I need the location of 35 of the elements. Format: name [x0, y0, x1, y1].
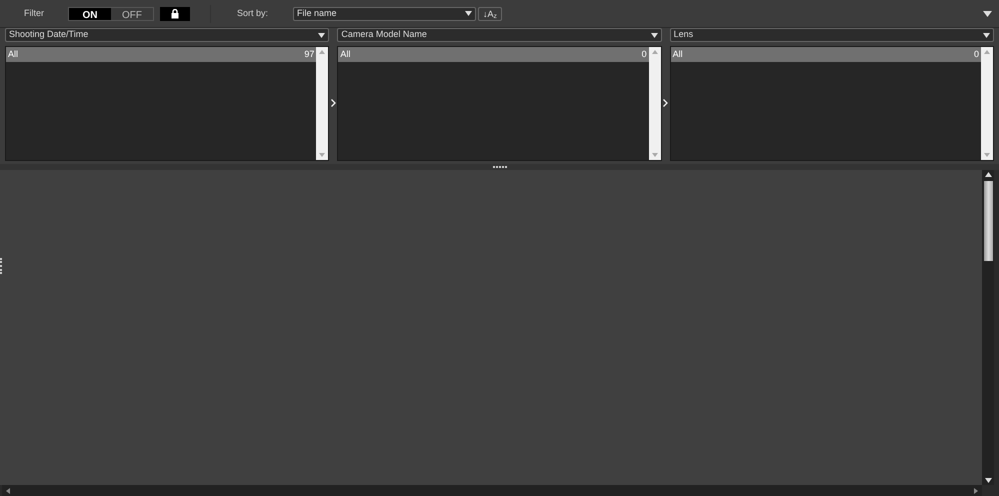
vertical-scrollbar[interactable] [982, 170, 994, 485]
sort-order-button[interactable]: ↓A$_{z}$ [478, 6, 502, 20]
scroll-down-icon[interactable] [984, 478, 992, 483]
scroll-thumb[interactable] [984, 181, 992, 261]
list-item[interactable]: All 0 [338, 47, 649, 62]
lock-icon [171, 8, 179, 18]
category-dropdown[interactable]: Camera Model Name [337, 28, 662, 42]
expand-arrow-icon[interactable] [983, 10, 992, 16]
filter-label: Filter [24, 6, 45, 20]
sort-label: Sort by: [237, 6, 270, 20]
category-dropdown[interactable]: Lens [670, 28, 994, 42]
item-label: All [8, 48, 20, 61]
item-count: 97 [304, 48, 314, 61]
dropdown-arrow-icon [650, 32, 658, 38]
item-count: 0 [642, 48, 647, 61]
horizontal-scrollbar[interactable] [2, 485, 982, 496]
item-label: All [672, 48, 684, 61]
list-item[interactable]: All 97 [6, 47, 316, 62]
scroll-up-icon[interactable] [984, 172, 992, 177]
list-item[interactable]: All 0 [670, 47, 981, 62]
scroll-right-icon[interactable] [974, 488, 978, 494]
sort-field-value: File name [297, 6, 338, 20]
dropdown-arrow-icon [982, 32, 990, 38]
category-dropdown[interactable]: Shooting Date/Time [5, 28, 330, 42]
item-count: 0 [974, 48, 979, 61]
sort-dropdown[interactable]: File name [293, 6, 476, 20]
chevron-right-icon [663, 98, 668, 106]
chevron-right-icon [330, 98, 336, 106]
dropdown-arrow-icon [465, 11, 472, 16]
scroll-left-icon[interactable] [6, 488, 10, 494]
splitter-handle[interactable] [0, 164, 999, 170]
item-label: All [340, 48, 352, 61]
toggle-option[interactable]: ON [69, 8, 111, 20]
dropdown-arrow-icon [318, 32, 326, 38]
lock-button[interactable] [160, 6, 190, 20]
